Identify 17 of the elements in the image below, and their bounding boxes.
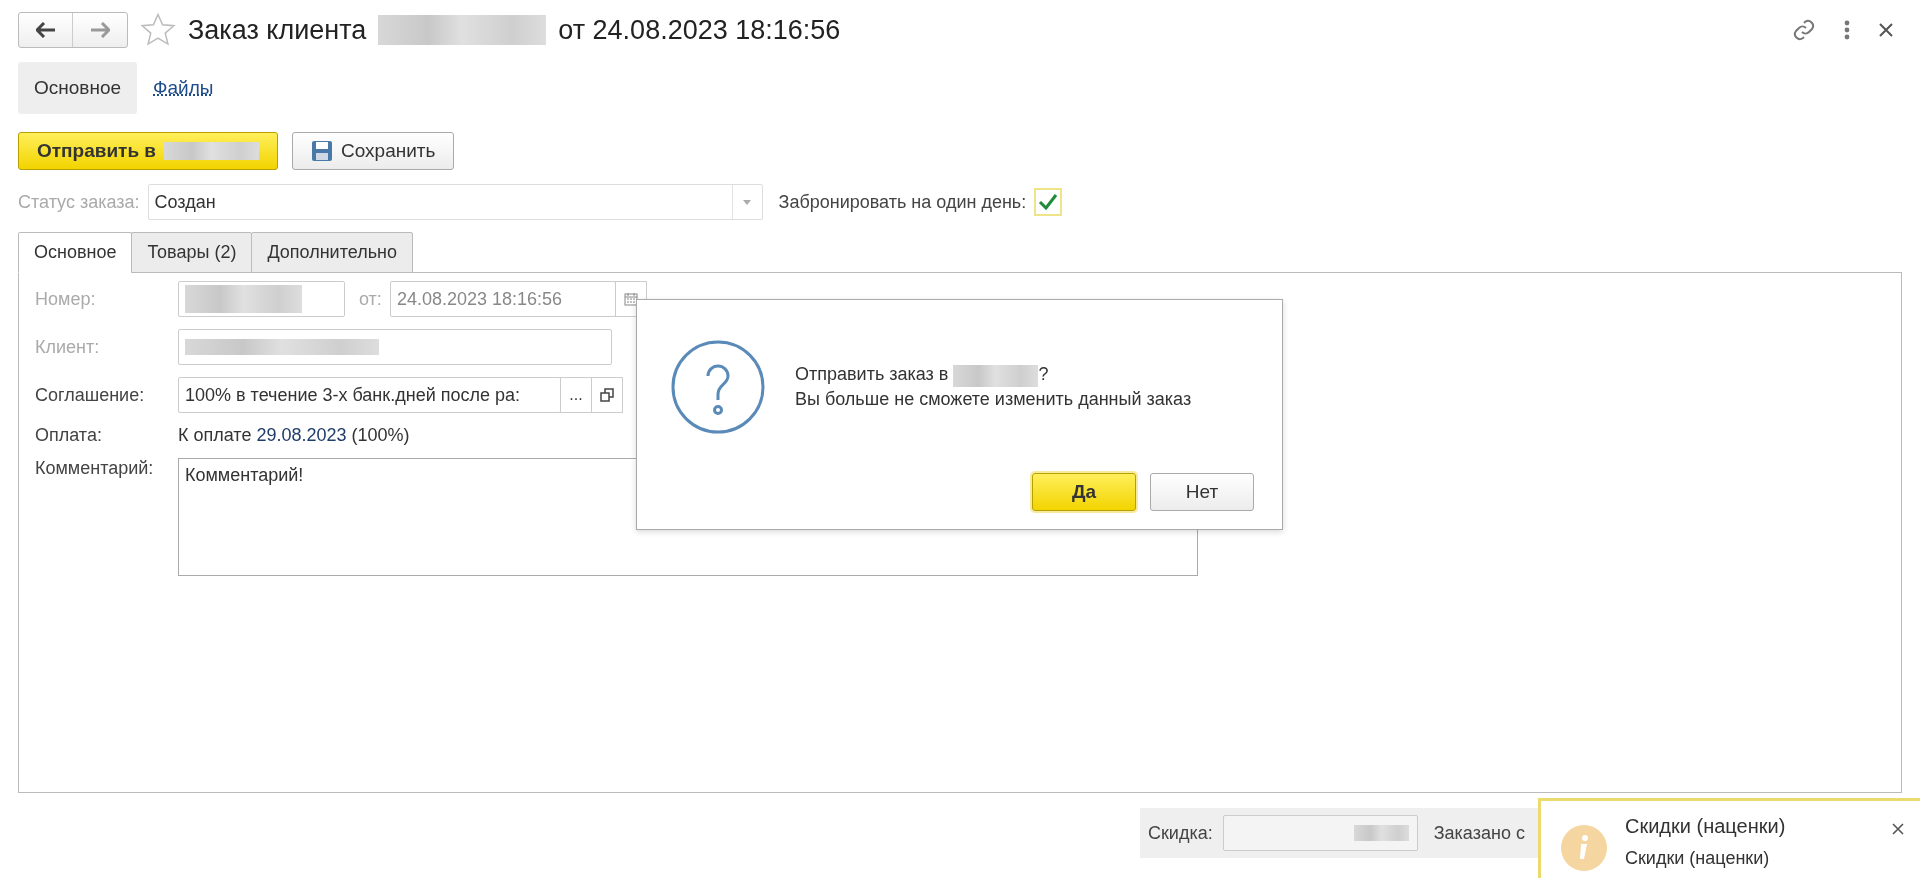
- dialog-message: Вы больше не сможете изменить данный заказ: [795, 388, 1192, 410]
- window-title-date: от 24.08.2023 18:16:56: [558, 14, 841, 46]
- field-label: Статус заказа:: [18, 191, 140, 213]
- field-label: Оплата:: [35, 425, 103, 446]
- dialog-question: Отправить заказ в ?: [795, 364, 1050, 387]
- field-label: Номер:: [35, 288, 97, 310]
- field-label: Заказано с: [1433, 822, 1525, 844]
- field-label: Клиент:: [35, 336, 101, 358]
- notification-title: Скидки (наценки): [1625, 815, 1787, 838]
- notification-text: Скидки (наценки): [1625, 848, 1771, 869]
- field-label: Соглашение:: [35, 384, 146, 406]
- window-title: Заказ клиента: [188, 14, 367, 46]
- field-label: Комментарий:: [35, 458, 155, 479]
- field-label: Скидка:: [1148, 822, 1213, 844]
- payment-text: К оплате 29.08.2023 (100%): [178, 425, 410, 446]
- field-label: от:: [359, 288, 382, 310]
- checkbox-label: Забронировать на один день:: [778, 191, 1027, 213]
